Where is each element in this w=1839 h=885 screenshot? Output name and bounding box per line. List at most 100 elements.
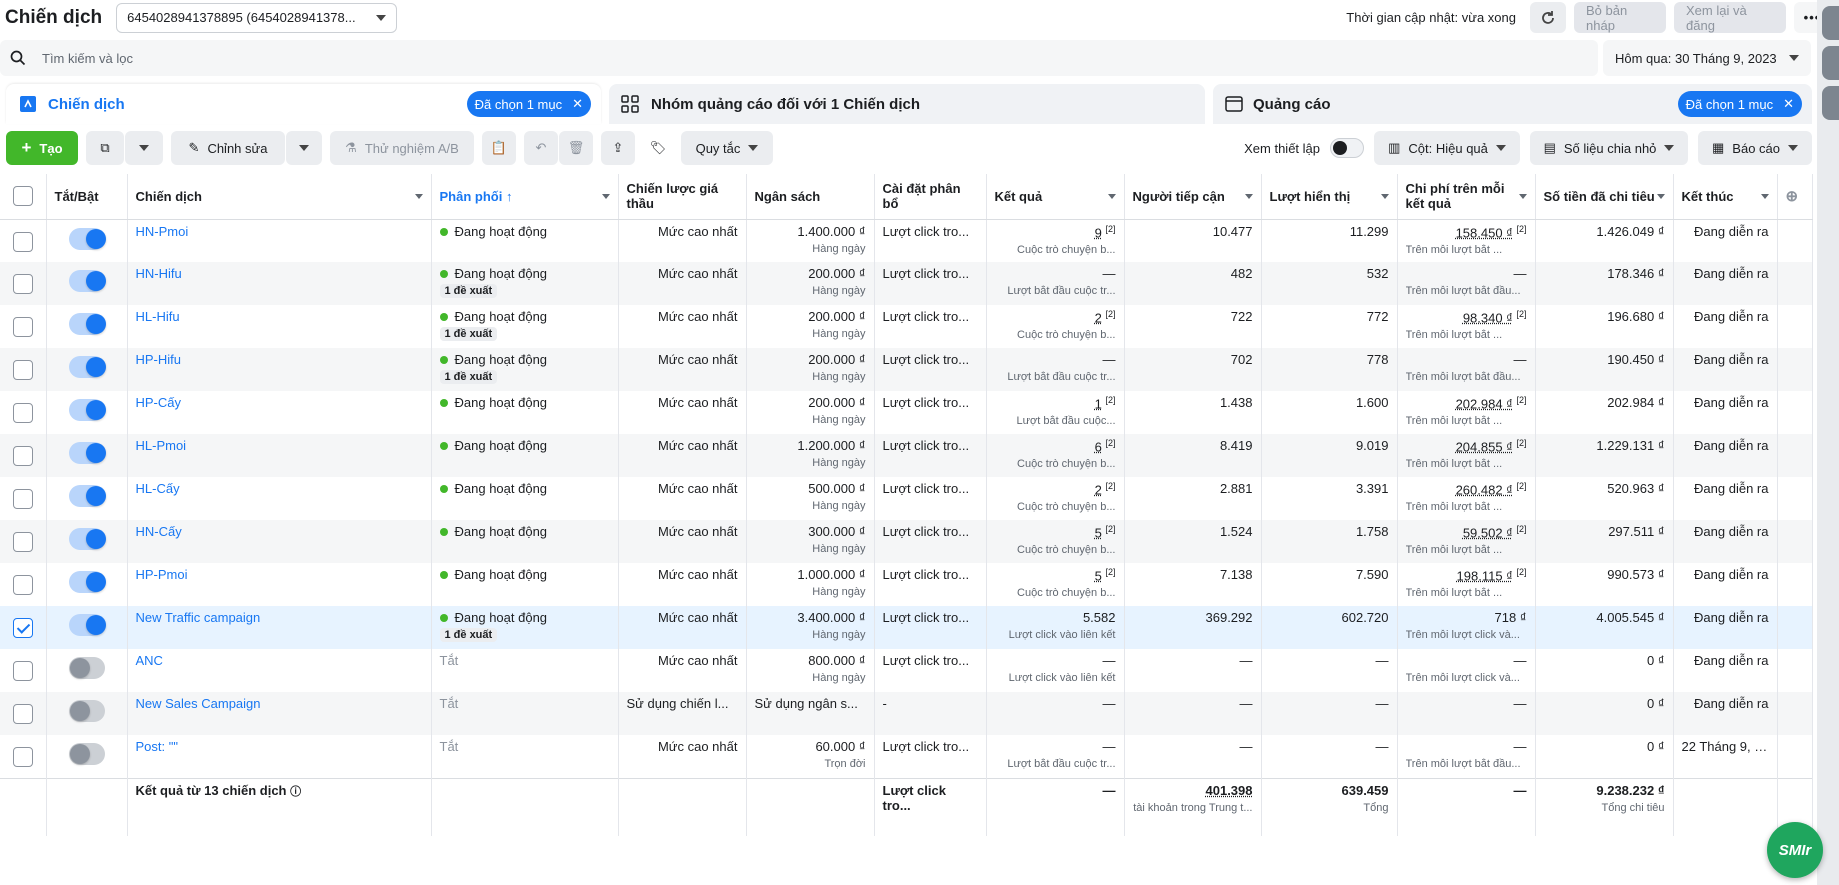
breakdown-button[interactable]: ▤ Số liệu chia nhỏ xyxy=(1530,131,1688,165)
rail-edit-button[interactable] xyxy=(1822,46,1839,80)
campaign-toggle[interactable] xyxy=(69,528,105,550)
budget-cell[interactable]: 800.000 ₫ Hàng ngày xyxy=(746,649,874,692)
columns-button[interactable]: ▥ Cột: Hiệu quả xyxy=(1374,131,1520,165)
add-column-cell[interactable]: ⊕ xyxy=(1777,174,1812,219)
search-bar[interactable]: Tìm kiếm và lọc xyxy=(0,40,1598,76)
campaign-toggle[interactable] xyxy=(69,571,105,593)
table-row[interactable]: HN-Hifu Đang hoạt động 1 đề xuất Mức cao… xyxy=(0,262,1812,305)
recommendation-badge[interactable]: 1 đề xuất xyxy=(440,284,498,298)
campaign-toggle[interactable] xyxy=(69,399,105,421)
close-icon[interactable]: ✕ xyxy=(1783,96,1794,112)
row-checkbox[interactable] xyxy=(13,704,33,724)
campaign-name-link[interactable]: HN-Hifu xyxy=(136,266,182,281)
row-checkbox[interactable] xyxy=(13,403,33,423)
campaign-toggle[interactable] xyxy=(69,743,105,765)
campaign-toggle[interactable] xyxy=(69,614,105,636)
table-row[interactable]: New Sales Campaign Tắt Sử dụng chiến l..… xyxy=(0,692,1812,735)
clipboard-button[interactable]: 📋 xyxy=(482,131,516,165)
campaign-toggle[interactable] xyxy=(69,485,105,507)
undo-button[interactable]: ↶ xyxy=(524,131,558,165)
budget-cell[interactable]: 200.000 ₫ Hàng ngày xyxy=(746,305,874,348)
table-row[interactable]: HP-Cấy Đang hoạt động Mức cao nhất 200.0… xyxy=(0,391,1812,434)
budget-cell[interactable]: 500.000 ₫ Hàng ngày xyxy=(746,477,874,520)
select-all-checkbox[interactable] xyxy=(13,186,33,206)
selection-pill[interactable]: Đã chọn 1 mục ✕ xyxy=(1678,91,1802,117)
col-cost-per-result[interactable]: Chi phí trên mỗi kết quả xyxy=(1397,174,1535,219)
table-row[interactable]: HP-Hifu Đang hoạt động 1 đề xuất Mức cao… xyxy=(0,348,1812,391)
selection-pill[interactable]: Đã chọn 1 mục ✕ xyxy=(467,91,591,117)
campaign-name-link[interactable]: HN-Cấy xyxy=(136,524,182,539)
campaign-name-link[interactable]: HP-Cấy xyxy=(136,395,182,410)
campaign-name-link[interactable]: HP-Pmoi xyxy=(136,567,188,582)
create-button[interactable]: + Tạo xyxy=(6,131,78,165)
col-ends[interactable]: Kết thúc xyxy=(1673,174,1777,219)
table-row[interactable]: HP-Pmoi Đang hoạt động Mức cao nhất 1.00… xyxy=(0,563,1812,606)
campaign-toggle[interactable] xyxy=(69,356,105,378)
add-column-icon[interactable]: ⊕ xyxy=(1786,188,1799,205)
row-checkbox[interactable] xyxy=(13,360,33,380)
tab-ad-sets[interactable]: Nhóm quảng cáo đối với 1 Chiến dịch xyxy=(609,84,1205,124)
col-reach[interactable]: Người tiếp cận xyxy=(1124,174,1261,219)
budget-cell[interactable]: 1.400.000 ₫ Hàng ngày xyxy=(746,219,874,262)
duplicate-menu-button[interactable] xyxy=(125,131,163,165)
campaign-toggle[interactable] xyxy=(69,700,105,722)
row-checkbox[interactable] xyxy=(13,489,33,509)
budget-cell[interactable]: 3.400.000 ₫ Hàng ngày xyxy=(746,606,874,649)
view-setup-toggle[interactable] xyxy=(1330,138,1364,158)
campaign-name-link[interactable]: HL-Cấy xyxy=(136,481,180,496)
campaign-name-link[interactable]: HN-Pmoi xyxy=(136,224,189,239)
col-results[interactable]: Kết quả xyxy=(986,174,1124,219)
account-selector[interactable]: 6454028941378895 (6454028941378... xyxy=(116,3,397,33)
campaign-toggle[interactable] xyxy=(69,313,105,335)
recommendation-badge[interactable]: 1 đề xuất xyxy=(440,370,498,384)
row-checkbox[interactable] xyxy=(13,317,33,337)
tag-button[interactable]: 🏷 xyxy=(643,131,673,165)
budget-cell[interactable]: 200.000 ₫ Hàng ngày xyxy=(746,348,874,391)
col-impressions[interactable]: Lượt hiển thị xyxy=(1261,174,1397,219)
campaign-name-link[interactable]: HL-Hifu xyxy=(136,309,180,324)
duplicate-button[interactable]: ⧉ xyxy=(86,131,124,165)
table-row[interactable]: HN-Cấy Đang hoạt động Mức cao nhất 300.0… xyxy=(0,520,1812,563)
budget-cell[interactable]: 60.000 ₫ Trọn đời xyxy=(746,735,874,778)
discard-draft-button[interactable]: Bỏ bản nháp xyxy=(1574,2,1666,33)
budget-cell[interactable]: 1.000.000 ₫ Hàng ngày xyxy=(746,563,874,606)
campaign-name-link[interactable]: New Sales Campaign xyxy=(136,696,261,711)
campaign-name-link[interactable]: HP-Hifu xyxy=(136,352,182,367)
row-checkbox[interactable] xyxy=(13,232,33,252)
export-button[interactable]: ⇪ xyxy=(601,131,635,165)
edit-menu-button[interactable] xyxy=(286,131,322,165)
table-row[interactable]: HL-Hifu Đang hoạt động 1 đề xuất Mức cao… xyxy=(0,305,1812,348)
campaign-toggle[interactable] xyxy=(69,270,105,292)
table-row[interactable]: New Traffic campaign Đang hoạt động 1 đề… xyxy=(0,606,1812,649)
campaign-name-link[interactable]: Post: "" xyxy=(136,739,178,754)
edit-button[interactable]: ✎ Chỉnh sửa xyxy=(171,131,285,165)
search-input[interactable]: Tìm kiếm và lọc xyxy=(42,51,133,66)
row-checkbox[interactable] xyxy=(13,618,33,638)
campaign-name-link[interactable]: HL-Pmoi xyxy=(136,438,187,453)
campaign-toggle[interactable] xyxy=(69,228,105,250)
row-checkbox[interactable] xyxy=(13,575,33,595)
campaign-name-link[interactable]: ANC xyxy=(136,653,163,668)
col-bid-strategy[interactable]: Chiến lược giá thầu xyxy=(618,174,746,219)
info-icon[interactable]: ⓘ xyxy=(290,786,301,798)
budget-cell[interactable]: 300.000 ₫ Hàng ngày xyxy=(746,520,874,563)
recommendation-badge[interactable]: 1 đề xuất xyxy=(440,628,498,642)
campaign-toggle[interactable] xyxy=(69,657,105,679)
chat-widget-button[interactable]: SMIr xyxy=(1767,822,1823,878)
recommendation-badge[interactable]: 1 đề xuất xyxy=(440,327,498,341)
row-checkbox[interactable] xyxy=(13,532,33,552)
rail-chart-button[interactable] xyxy=(1822,6,1839,40)
col-amount-spent[interactable]: Số tiền đã chi tiêu xyxy=(1535,174,1673,219)
date-range-picker[interactable]: Hôm qua: 30 Tháng 9, 2023 xyxy=(1603,40,1811,76)
row-checkbox[interactable] xyxy=(13,747,33,767)
col-campaign[interactable]: Chiến dịch xyxy=(127,174,431,219)
col-toggle[interactable]: Tắt/Bật xyxy=(46,174,127,219)
delete-button[interactable]: 🗑 xyxy=(559,131,593,165)
campaign-toggle[interactable] xyxy=(69,442,105,464)
budget-cell[interactable]: Sử dụng ngân s... xyxy=(746,692,874,735)
table-row[interactable]: HL-Cấy Đang hoạt động Mức cao nhất 500.0… xyxy=(0,477,1812,520)
tab-campaigns[interactable]: Chiến dịch Đã chọn 1 mục ✕ xyxy=(6,84,601,124)
tab-ads[interactable]: Quảng cáo Đã chọn 1 mục ✕ xyxy=(1213,84,1812,124)
col-attribution[interactable]: Cài đặt phân bổ xyxy=(874,174,986,219)
row-checkbox[interactable] xyxy=(13,446,33,466)
